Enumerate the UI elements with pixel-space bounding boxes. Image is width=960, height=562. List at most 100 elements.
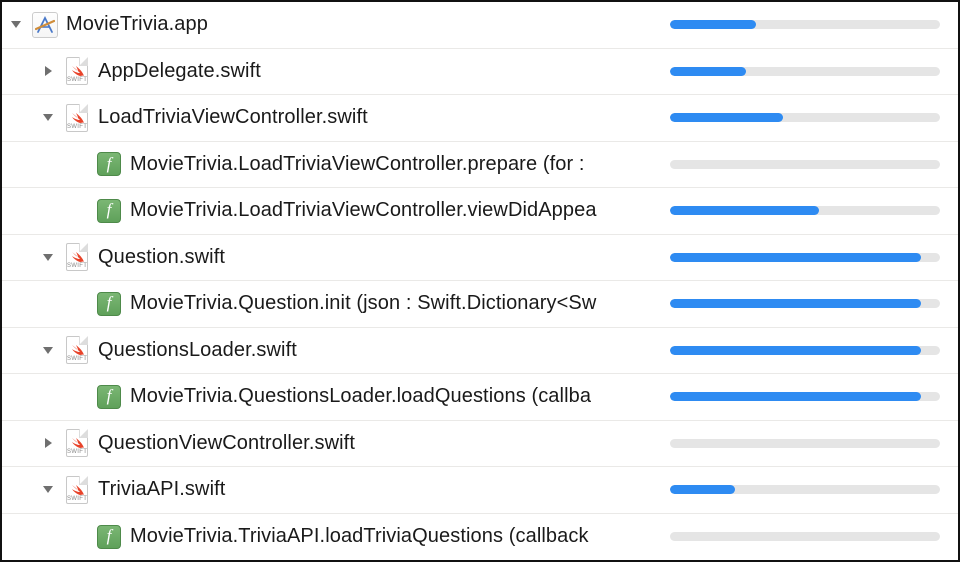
row-label: MovieTrivia.LoadTriviaViewController.pre… <box>124 153 642 176</box>
tree-row[interactable]: fMovieTrivia.QuestionsLoader.loadQuestio… <box>2 374 958 421</box>
progress-bar <box>670 532 940 541</box>
row-icon-slot: f <box>94 374 124 420</box>
swift-file-icon: SWIFT <box>66 336 88 364</box>
tree-row[interactable]: SWIFT QuestionsLoader.swift <box>2 328 958 375</box>
tree-row[interactable]: SWIFT TriviaAPI.swift <box>2 467 958 514</box>
disclosure-triangle[interactable] <box>34 421 62 467</box>
progress-bar-wrap <box>642 485 940 494</box>
tree-row-left: SWIFT LoadTriviaViewController.swift <box>2 95 642 141</box>
progress-bar-wrap <box>642 532 940 541</box>
progress-bar <box>670 485 940 494</box>
function-icon: f <box>97 152 121 176</box>
progress-bar-wrap <box>642 392 940 401</box>
tree-row[interactable]: fMovieTrivia.TriviaAPI.loadTriviaQuestio… <box>2 514 958 561</box>
swift-file-label: SWIFT <box>67 448 87 456</box>
progress-bar <box>670 206 940 215</box>
indent-spacer <box>2 328 34 374</box>
tree-row-left: SWIFT QuestionsLoader.swift <box>2 328 642 374</box>
function-icon: f <box>97 292 121 316</box>
progress-bar-fill <box>670 346 921 355</box>
app-icon <box>32 12 58 38</box>
swift-file-icon: SWIFT <box>66 104 88 132</box>
row-label: QuestionsLoader.swift <box>92 339 642 362</box>
tree-row[interactable]: fMovieTrivia.LoadTriviaViewController.pr… <box>2 142 958 189</box>
indent-spacer <box>2 142 66 188</box>
row-icon-slot <box>30 2 60 48</box>
tree-row[interactable]: SWIFTQuestionViewController.swift <box>2 421 958 468</box>
progress-bar-wrap <box>642 20 940 29</box>
disclosure-triangle <box>66 281 94 327</box>
indent-spacer <box>2 49 34 95</box>
row-label: MovieTrivia.LoadTriviaViewController.vie… <box>124 199 642 222</box>
tree-row[interactable]: MovieTrivia.app <box>2 2 958 49</box>
tree-row-left: fMovieTrivia.QuestionsLoader.loadQuestio… <box>2 374 642 420</box>
row-icon-slot: SWIFT <box>62 467 92 513</box>
swift-file-icon: SWIFT <box>66 57 88 85</box>
row-icon-slot: SWIFT <box>62 95 92 141</box>
tree-row[interactable]: SWIFT LoadTriviaViewController.swift <box>2 95 958 142</box>
row-label: TriviaAPI.swift <box>92 478 642 501</box>
function-icon: f <box>97 385 121 409</box>
indent-spacer <box>2 235 34 281</box>
progress-bar-fill <box>670 392 921 401</box>
row-label: MovieTrivia.TriviaAPI.loadTriviaQuestion… <box>124 525 642 548</box>
swift-file-icon: SWIFT <box>66 429 88 457</box>
indent-spacer <box>2 188 66 234</box>
progress-bar <box>670 299 940 308</box>
progress-bar-wrap <box>642 113 940 122</box>
indent-spacer <box>2 467 34 513</box>
disclosure-triangle[interactable] <box>34 467 62 513</box>
function-icon: f <box>97 525 121 549</box>
progress-bar-fill <box>670 299 921 308</box>
progress-bar <box>670 20 940 29</box>
disclosure-triangle[interactable] <box>34 49 62 95</box>
progress-bar-fill <box>670 206 819 215</box>
progress-bar <box>670 253 940 262</box>
row-label: LoadTriviaViewController.swift <box>92 106 642 129</box>
progress-bar <box>670 67 940 76</box>
tree-row-left: fMovieTrivia.LoadTriviaViewController.vi… <box>2 188 642 234</box>
row-icon-slot: SWIFT <box>62 49 92 95</box>
row-icon-slot: f <box>94 188 124 234</box>
progress-bar-fill <box>670 20 756 29</box>
function-icon: f <box>97 199 121 223</box>
row-label: MovieTrivia.Question.init (json : Swift.… <box>124 292 642 315</box>
disclosure-triangle <box>66 188 94 234</box>
tree-row[interactable]: fMovieTrivia.LoadTriviaViewController.vi… <box>2 188 958 235</box>
swift-file-icon: SWIFT <box>66 243 88 271</box>
tree-row-left: SWIFTQuestionViewController.swift <box>2 421 642 467</box>
disclosure-triangle <box>66 514 94 561</box>
tree-row-left: SWIFTAppDelegate.swift <box>2 49 642 95</box>
tree-row-left: MovieTrivia.app <box>2 2 642 48</box>
swift-file-label: SWIFT <box>67 355 87 363</box>
indent-spacer <box>2 95 34 141</box>
disclosure-triangle[interactable] <box>34 235 62 281</box>
tree-row[interactable]: SWIFTQuestion.swift <box>2 235 958 282</box>
disclosure-triangle[interactable] <box>34 328 62 374</box>
swift-file-label: SWIFT <box>67 495 87 503</box>
indent-spacer <box>2 421 34 467</box>
disclosure-triangle[interactable] <box>34 95 62 141</box>
profiler-tree: MovieTrivia.appSWIFTAppDelegate.swiftSWI… <box>0 0 960 562</box>
row-label: Question.swift <box>92 246 642 269</box>
progress-bar <box>670 160 940 169</box>
progress-bar-fill <box>670 113 783 122</box>
tree-row[interactable]: fMovieTrivia.Question.init (json : Swift… <box>2 281 958 328</box>
tree-row-left: fMovieTrivia.LoadTriviaViewController.pr… <box>2 142 642 188</box>
row-label: MovieTrivia.app <box>60 13 642 36</box>
tree-row-left: SWIFT TriviaAPI.swift <box>2 467 642 513</box>
row-icon-slot: SWIFT <box>62 235 92 281</box>
swift-file-label: SWIFT <box>67 123 87 131</box>
progress-bar-fill <box>670 485 735 494</box>
progress-bar-fill <box>670 253 921 262</box>
tree-row-left: fMovieTrivia.Question.init (json : Swift… <box>2 281 642 327</box>
indent-spacer <box>2 281 66 327</box>
row-icon-slot: f <box>94 142 124 188</box>
disclosure-triangle[interactable] <box>2 2 30 48</box>
tree-row-left: SWIFTQuestion.swift <box>2 235 642 281</box>
progress-bar-wrap <box>642 253 940 262</box>
tree-row[interactable]: SWIFTAppDelegate.swift <box>2 49 958 96</box>
disclosure-triangle <box>66 374 94 420</box>
row-label: MovieTrivia.QuestionsLoader.loadQuestion… <box>124 385 642 408</box>
swift-file-label: SWIFT <box>67 76 87 84</box>
